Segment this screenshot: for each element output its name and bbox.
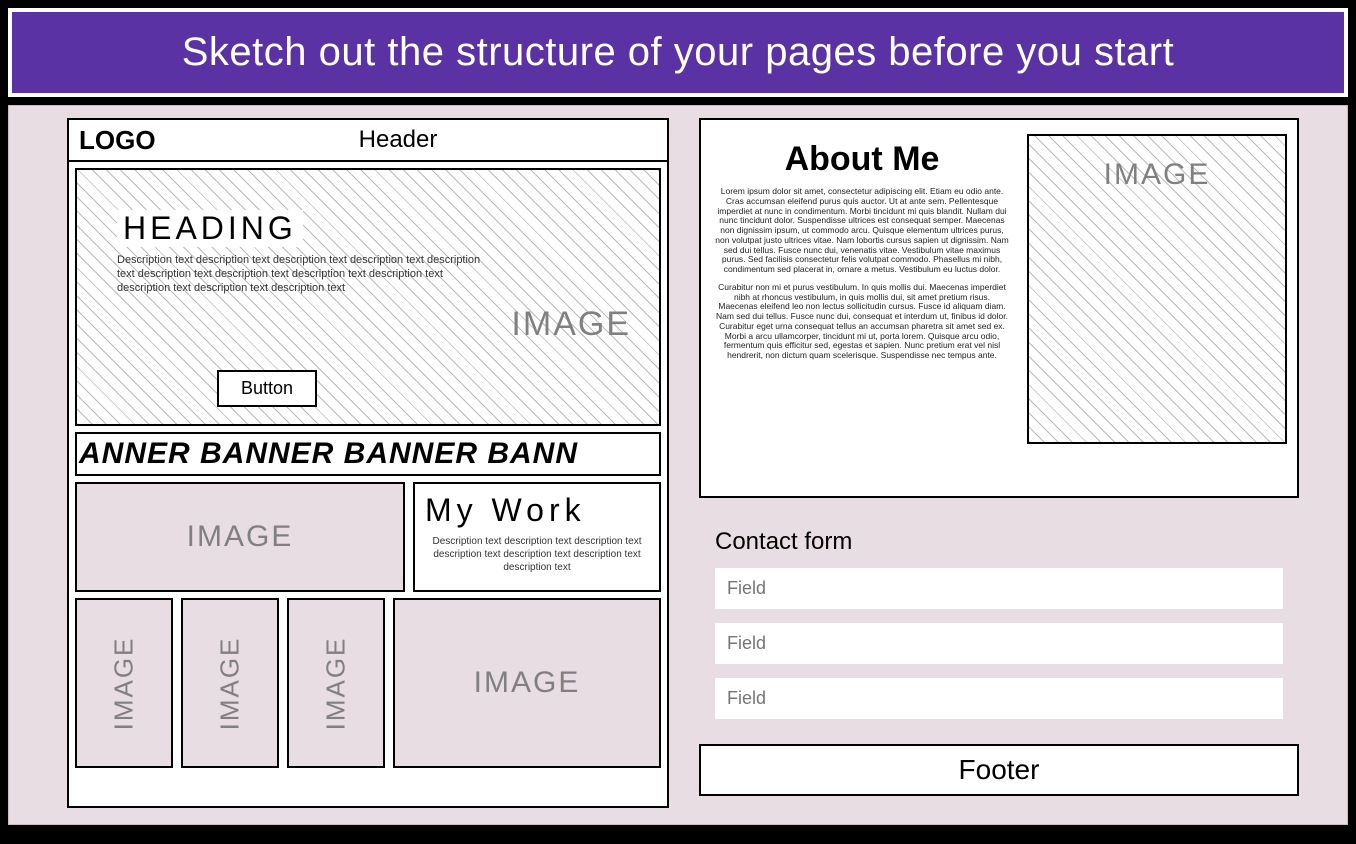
thumbnails-row: IMAGE IMAGE IMAGE IMAGE bbox=[75, 598, 661, 768]
about-paragraph-1: Lorem ipsum dolor sit amet, consectetur … bbox=[711, 187, 1013, 275]
thumbnail-2: IMAGE bbox=[181, 598, 279, 768]
contact-field-2[interactable] bbox=[715, 623, 1283, 664]
about-paragraph-2: Curabitur non mi et purus vestibulum. In… bbox=[711, 283, 1013, 361]
wireframe-right: About Me Lorem ipsum dolor sit amet, con… bbox=[699, 118, 1299, 796]
my-work-title: My Work bbox=[425, 492, 649, 529]
footer-placeholder: Footer bbox=[699, 744, 1299, 796]
about-text: About Me Lorem ipsum dolor sit amet, con… bbox=[711, 130, 1013, 486]
slide-title: Sketch out the structure of your pages b… bbox=[8, 8, 1348, 97]
thumbnail-3: IMAGE bbox=[287, 598, 385, 768]
thumbnail-1: IMAGE bbox=[75, 598, 173, 768]
work-row: IMAGE My Work Description text descripti… bbox=[75, 482, 661, 592]
my-work-block: My Work Description text description tex… bbox=[413, 482, 661, 592]
hero-description: Description text description text descri… bbox=[117, 254, 487, 295]
about-image-label: IMAGE bbox=[1029, 158, 1285, 192]
about-image-placeholder: IMAGE bbox=[1027, 134, 1287, 444]
hero-image-label: IMAGE bbox=[511, 305, 631, 344]
thumb-label: IMAGE bbox=[320, 636, 351, 730]
contact-field-1[interactable] bbox=[715, 568, 1283, 609]
contact-form-card: Contact form bbox=[699, 514, 1299, 734]
contact-form-title: Contact form bbox=[715, 528, 1283, 556]
banner-strip: ANNER BANNER BANNER BANN bbox=[75, 432, 661, 476]
hero-section: HEADING Description text description tex… bbox=[75, 168, 661, 426]
my-work-description: Description text description text descri… bbox=[425, 535, 649, 574]
about-card: About Me Lorem ipsum dolor sit amet, con… bbox=[699, 118, 1299, 498]
wireframe-stage: LOGO Header HEADING Description text des… bbox=[8, 105, 1348, 825]
thumb-label: IMAGE bbox=[214, 636, 245, 730]
hero-button[interactable]: Button bbox=[217, 370, 317, 407]
hero-heading: HEADING bbox=[117, 210, 303, 247]
wireframe-left: LOGO Header HEADING Description text des… bbox=[67, 118, 669, 808]
about-title: About Me bbox=[711, 140, 1013, 179]
thumbnail-large: IMAGE bbox=[393, 598, 661, 768]
thumb-label: IMAGE bbox=[108, 636, 139, 730]
header-row: LOGO Header bbox=[69, 120, 667, 162]
header-label: Header bbox=[229, 126, 667, 154]
contact-field-3[interactable] bbox=[715, 678, 1283, 719]
work-image-placeholder: IMAGE bbox=[75, 482, 405, 592]
logo-placeholder: LOGO bbox=[69, 125, 229, 156]
